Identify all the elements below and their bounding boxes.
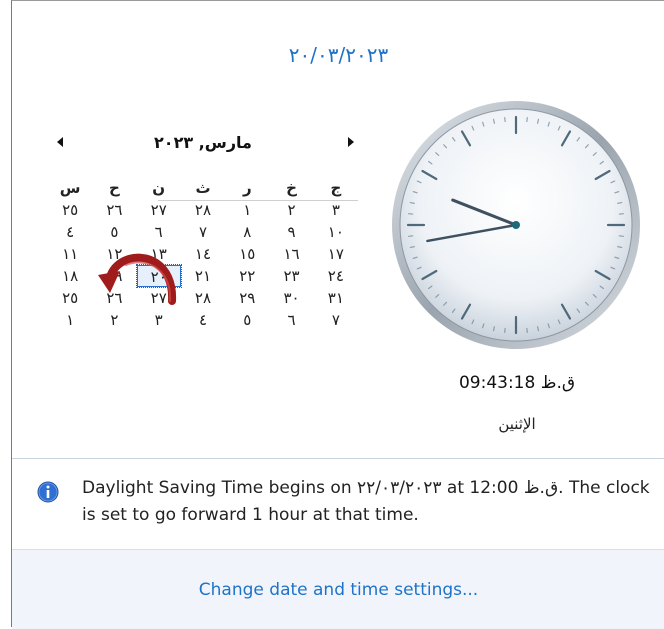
day-cell[interactable]: ٣ [314,199,358,221]
day-cell[interactable]: ٢٥ [48,287,92,309]
weekday-header: س [48,177,92,199]
day-cell[interactable]: ٢٩ [225,287,269,309]
minute-tick [618,247,622,248]
info-icon [37,481,59,503]
section-divider [12,458,664,459]
day-cell[interactable]: ٢ [92,309,136,331]
day-cell[interactable]: ٧ [314,309,358,331]
day-cell[interactable]: ٢٧ [137,287,181,309]
day-cell[interactable]: ٣١ [314,287,358,309]
day-cell[interactable]: ٥ [225,309,269,331]
change-settings-link[interactable]: Change date and time settings... [12,580,664,600]
day-cell[interactable]: ١٢ [92,243,136,265]
day-cell[interactable]: ١٨ [48,265,92,287]
day-cell[interactable]: ١ [225,199,269,221]
day-cell[interactable]: ٥ [92,221,136,243]
day-cell[interactable]: ٢٧ [137,199,181,221]
day-cell[interactable]: ١٠ [314,221,358,243]
time-text: 09:43:18 ق.ظ [392,373,642,393]
weekday-header: ث [181,177,225,199]
day-cell[interactable]: ٢٨ [181,199,225,221]
day-cell[interactable]: ١٤ [181,243,225,265]
day-cell[interactable]: ٦ [269,309,313,331]
day-cell[interactable]: ٢٥ [48,199,92,221]
next-month-icon[interactable] [348,137,354,147]
day-cell[interactable]: ٢٢ [225,265,269,287]
weekday-header: خ [269,177,313,199]
day-cell[interactable]: ١ [48,309,92,331]
day-cell[interactable]: ٨ [225,221,269,243]
month-title[interactable]: مارس, ٢٠٢٣ [48,133,358,152]
calendar-header: مارس, ٢٠٢٣ [48,131,378,161]
minute-tick [538,119,539,123]
day-cell[interactable]: ٢١ [181,265,225,287]
minute-tick [410,247,414,248]
day-cell[interactable]: ١٩ [92,265,136,287]
weekday-header: ن [137,177,181,199]
minute-tick [538,327,539,331]
day-cell[interactable]: ٢٦ [92,199,136,221]
day-cell[interactable]: ١٦ [269,243,313,265]
day-cell[interactable]: ٢٨ [181,287,225,309]
weekday-header: ر [225,177,269,199]
day-cell[interactable]: ٢٤ [314,265,358,287]
weekday-header: ح [92,177,136,199]
weekday-separator [158,200,358,201]
footer: Change date and time settings... [12,549,664,629]
day-cell[interactable]: ١٥ [225,243,269,265]
weekday-header: ج [314,177,358,199]
day-name: الإثنين [392,415,642,433]
day-cell[interactable]: ٤ [48,221,92,243]
clock-center [512,221,520,229]
day-cell[interactable]: ١٣ [137,243,181,265]
day-cell[interactable]: ٦ [137,221,181,243]
day-cell[interactable]: ٩ [269,221,313,243]
calendar: مارس, ٢٠٢٣ س ح ن ث ر خ ج ٢٥ ٢٦ ٢٧ ٢٨ ١ ٢… [48,131,378,161]
date-time-flyout: ٢٠/٠٣/٢٠٢٣ مارس, ٢٠٢٣ س ح ن ث ر خ ج ٢٥ ٢… [11,0,664,627]
day-cell[interactable]: ٧ [181,221,225,243]
minute-tick [494,327,495,331]
analog-clock [386,99,646,359]
long-date-link[interactable]: ٢٠/٠٣/٢٠٢٣ [12,43,664,67]
day-cell[interactable]: ٤ [181,309,225,331]
day-cell[interactable]: ٣٠ [269,287,313,309]
day-cell[interactable]: ٢٣ [269,265,313,287]
day-cell[interactable]: ٢٦ [92,287,136,309]
minute-tick [618,203,622,204]
day-cell[interactable]: ٢ [269,199,313,221]
day-cell[interactable]: ١٧ [314,243,358,265]
day-cell[interactable]: ٣ [137,309,181,331]
today-cell[interactable]: ٢٠ [137,265,181,287]
dst-notice-text: Daylight Saving Time begins on ٢٢/٠٣/٢٠٢… [82,475,662,529]
minute-tick [410,203,414,204]
minute-tick [494,119,495,123]
day-cell[interactable]: ١١ [48,243,92,265]
